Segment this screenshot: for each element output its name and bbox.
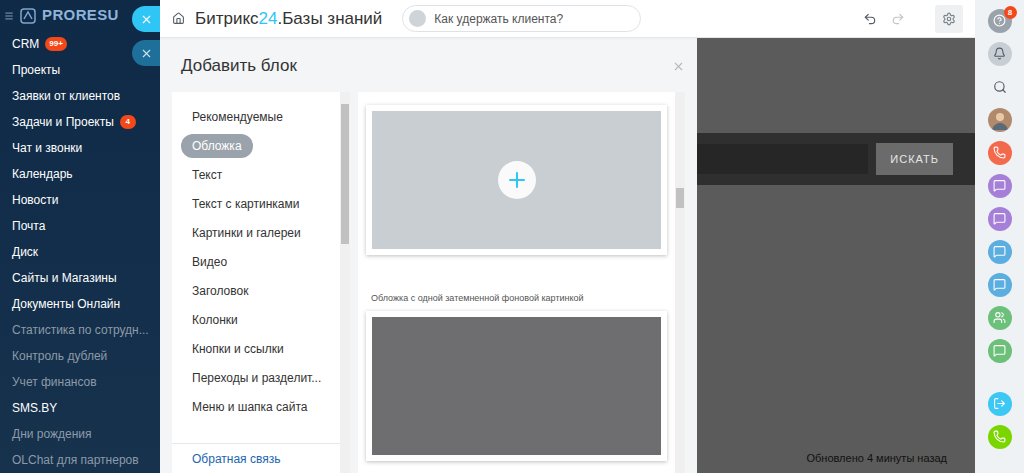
- home-icon[interactable]: [172, 12, 185, 25]
- phone-icon: [993, 430, 1006, 443]
- category-item[interactable]: Заголовок: [172, 276, 340, 305]
- sidebar-item[interactable]: Диск: [0, 239, 160, 265]
- updated-status: Обновлено 4 минуты назад: [697, 443, 975, 473]
- sidebar-item[interactable]: Дни рождения: [0, 421, 160, 447]
- close-button[interactable]: [132, 40, 160, 66]
- right-rail: 8: [975, 0, 1024, 473]
- block-card[interactable]: [366, 105, 667, 283]
- user-avatar-icon: [409, 10, 426, 27]
- menu-icon[interactable]: [4, 9, 14, 23]
- sidebar-item[interactable]: Заявки от клиентов: [0, 83, 160, 109]
- category-item[interactable]: Видео: [172, 247, 340, 276]
- search-icon: [993, 80, 1007, 94]
- rail-button[interactable]: [988, 174, 1012, 198]
- sidebar-item[interactable]: Контроль дублей: [0, 343, 160, 369]
- chat-icon: [993, 212, 1006, 225]
- count-badge: 99+: [45, 37, 67, 51]
- rail-button[interactable]: [988, 42, 1012, 66]
- rail-button[interactable]: [988, 207, 1012, 231]
- rail-button[interactable]: [988, 141, 1012, 165]
- page-overlay: ИСКАТЬ Обновлено 4 минуты назад: [697, 38, 975, 473]
- workspace: Добавить блок РекомендуемыеОбложкаТекстТе…: [160, 38, 975, 473]
- rail-button[interactable]: [988, 425, 1012, 449]
- sidebar-item[interactable]: Учет финансов: [0, 369, 160, 395]
- main: Битрикс24.Базы знаний Как удержать клиент…: [160, 0, 975, 473]
- rail-button[interactable]: [988, 273, 1012, 297]
- exit-icon: [993, 397, 1006, 410]
- sidebar-item[interactable]: Почта: [0, 213, 160, 239]
- search-band: ИСКАТЬ: [697, 133, 975, 185]
- close-button[interactable]: [132, 6, 160, 32]
- scrollbar[interactable]: [675, 92, 685, 473]
- sidebar: PRORESUCRM99+ПроектыЗаявки от клиентовЗа…: [0, 0, 160, 473]
- category-list: РекомендуемыеОбложкаТекстТекст с картинк…: [172, 92, 350, 473]
- redo-icon[interactable]: [891, 12, 905, 26]
- sidebar-item[interactable]: Статистика по сотрудн...: [0, 317, 160, 343]
- search-input[interactable]: [697, 144, 868, 174]
- category-item[interactable]: Обложка: [172, 131, 340, 160]
- chat-icon: [993, 179, 1006, 192]
- sidebar-item[interactable]: Чат и звонки: [0, 135, 160, 161]
- rail-button[interactable]: [988, 392, 1012, 416]
- block-preview: [372, 317, 661, 455]
- sidebar-item[interactable]: Календарь: [0, 161, 160, 187]
- search-button[interactable]: ИСКАТЬ: [876, 143, 953, 175]
- app: PRORESUCRM99+ПроектыЗаявки от клиентовЗа…: [0, 0, 1024, 473]
- chat-icon: [993, 245, 1006, 258]
- category-item[interactable]: Меню и шапка сайта: [172, 392, 340, 421]
- add-icon[interactable]: [498, 161, 536, 199]
- gear-icon: [942, 12, 956, 26]
- notification-badge: 8: [1004, 6, 1017, 19]
- feedback-link[interactable]: Обратная связь: [172, 443, 340, 473]
- block-preview: [372, 111, 661, 249]
- rail-button[interactable]: [988, 339, 1012, 363]
- sidebar-item[interactable]: Документы Онлайн: [0, 291, 160, 317]
- count-badge: 4: [120, 115, 136, 129]
- logo-icon: [20, 8, 36, 24]
- undo-icon[interactable]: [863, 12, 877, 26]
- sidebar-item[interactable]: SMS.BY: [0, 395, 160, 421]
- close-icon[interactable]: [672, 60, 685, 73]
- rail-button[interactable]: [988, 306, 1012, 330]
- page-title: Битрикс24.Базы знаний: [195, 6, 382, 32]
- close-icon: [140, 13, 153, 26]
- panel-title: Добавить блок: [181, 53, 297, 79]
- category-item[interactable]: Текст: [172, 160, 340, 189]
- category-item[interactable]: Кнопки и ссылки: [172, 334, 340, 363]
- rail-button[interactable]: [988, 108, 1012, 132]
- rail-button[interactable]: [988, 240, 1012, 264]
- category-item[interactable]: Переходы и разделит...: [172, 363, 340, 392]
- bell-icon: [993, 47, 1006, 60]
- settings-button[interactable]: [935, 5, 963, 33]
- block-card[interactable]: Обложка с одной затемненной фоновой карт…: [366, 283, 667, 461]
- avatar-icon: [989, 109, 1011, 131]
- chat-icon: [993, 344, 1006, 357]
- category-item[interactable]: Текст с картинками: [172, 189, 340, 218]
- add-block-panel: Добавить блок РекомендуемыеОбложкаТекстТе…: [160, 40, 697, 473]
- close-icon: [140, 47, 153, 60]
- phone-icon: [993, 146, 1006, 159]
- sidebar-item[interactable]: Новости: [0, 187, 160, 213]
- top-bar: Битрикс24.Базы знаний Как удержать клиент…: [160, 0, 975, 38]
- category-item[interactable]: Колонки: [172, 305, 340, 334]
- group-icon: [993, 311, 1006, 324]
- sidebar-item[interactable]: Задачи и Проекты4: [0, 109, 160, 135]
- category-item[interactable]: Картинки и галереи: [172, 218, 340, 247]
- sidebar-item[interactable]: Сайты и Магазины: [0, 265, 160, 291]
- chat-icon: [993, 278, 1006, 291]
- sidebar-item[interactable]: OLChat для партнеров: [0, 447, 160, 473]
- rail-button[interactable]: [988, 75, 1012, 99]
- scrollbar[interactable]: [340, 92, 350, 473]
- sidebar-menu: CRM99+ПроектыЗаявки от клиентовЗадачи и …: [0, 31, 160, 473]
- category-item[interactable]: Рекомендуемые: [172, 102, 340, 131]
- search-field[interactable]: Как удержать клиента?: [402, 5, 641, 32]
- block-list: Обложка с одной затемненной фоновой карт…: [358, 92, 685, 473]
